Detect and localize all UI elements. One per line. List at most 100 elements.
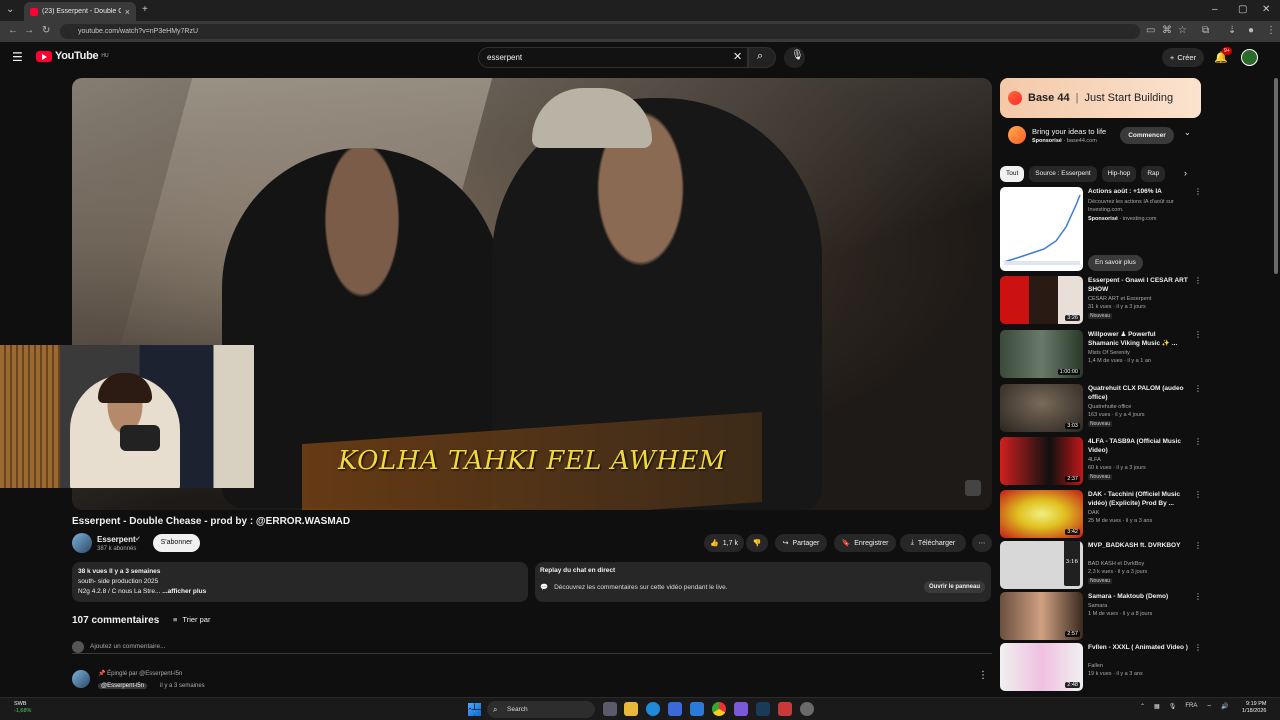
tab-list-icon[interactable]: ⌄: [6, 4, 14, 15]
chrome-icon[interactable]: [712, 702, 726, 716]
tab-title: (23) Esserpent - Double Ch...: [42, 8, 121, 15]
recommendation-item[interactable]: 3:42 DAK - Tacchini (Officiel Music vidé…: [1000, 490, 1202, 540]
recommendation-item[interactable]: 2:37 4LFA - TASB9A (Official Music Video…: [1000, 437, 1202, 487]
channel-name[interactable]: Esserpent: [97, 535, 136, 544]
show-more-link[interactable]: ...afficher plus: [162, 588, 206, 595]
comment-author-avatar[interactable]: [72, 670, 90, 688]
ad-title[interactable]: Bring your ideas to life: [1032, 127, 1106, 136]
settings-icon[interactable]: [800, 702, 814, 716]
add-comment-field[interactable]: Ajoutez un commentaire...: [72, 640, 992, 654]
file-explorer-icon[interactable]: [624, 702, 638, 716]
channel-watermark-icon[interactable]: [965, 480, 981, 496]
ad-cta-button[interactable]: Commencer: [1120, 127, 1174, 144]
volume-icon[interactable]: 🔊: [1221, 703, 1228, 711]
search-input[interactable]: esserpent: [478, 47, 748, 68]
chevron-right-icon[interactable]: ›: [1184, 168, 1187, 178]
store-icon[interactable]: [668, 702, 682, 716]
url-input[interactable]: youtube.com/watch?v=nP3eHMy7RzU: [60, 24, 1140, 39]
recommendation-menu-icon[interactable]: ⋮: [1194, 276, 1202, 285]
mail-icon[interactable]: [690, 702, 704, 716]
recommendation-menu-icon[interactable]: ⋮: [1194, 437, 1202, 446]
steam-icon[interactable]: [756, 702, 770, 716]
comment-menu-icon[interactable]: ⋮: [978, 670, 988, 681]
chip-all[interactable]: Tout: [1000, 166, 1025, 182]
tray-chevron-icon[interactable]: ⌃: [1140, 703, 1145, 711]
like-button[interactable]: 👍 1,7 k: [704, 534, 744, 552]
description-box[interactable]: 38 k vues Il y a 3 semaines south- side …: [72, 562, 528, 602]
recommendation-item[interactable]: 2:48 Fvllen - XXXL ( Animated Video ) Fa…: [1000, 643, 1202, 693]
cast-icon[interactable]: ▭: [1146, 25, 1155, 36]
recommendation-item[interactable]: 3:03 Quatrehuit CLX PALOM (audeo office)…: [1000, 384, 1202, 434]
taskbar-search[interactable]: ⌕ Search: [487, 701, 595, 718]
tray-mic-icon[interactable]: 🎙: [1169, 703, 1177, 711]
page-scrollbar[interactable]: [1274, 78, 1278, 274]
stock-widget[interactable]: SWB -1,68%: [14, 701, 31, 715]
sort-label: Trier par: [182, 615, 211, 624]
forward-icon[interactable]: →: [24, 25, 34, 36]
chip-hiphop[interactable]: Hip-hop: [1101, 166, 1137, 182]
close-tab-icon[interactable]: ×: [125, 7, 130, 17]
hamburger-menu-icon[interactable]: ☰: [12, 50, 23, 64]
video-thumbnail: 3:26: [1000, 276, 1083, 324]
extensions-icon[interactable]: ⧉: [1202, 25, 1209, 36]
recommendation-item[interactable]: 2:57 Samara - Maktoub (Demo) Samara 1 M …: [1000, 592, 1202, 642]
subscribe-button[interactable]: S'abonner: [153, 534, 200, 552]
channel-avatar[interactable]: [72, 533, 92, 553]
language-indicator[interactable]: FRA: [1185, 703, 1197, 711]
taskbar-clock[interactable]: 9:19 PM 1/18/2026: [1242, 701, 1266, 715]
create-button[interactable]: + Créer: [1162, 48, 1204, 67]
recommendation-menu-icon[interactable]: ⋮: [1194, 643, 1202, 652]
wifi-icon[interactable]: ⌔: [1206, 703, 1212, 711]
task-view-icon[interactable]: [603, 702, 617, 716]
description-line-text: N2g 4.2.8 / C nous La Stre...: [78, 588, 161, 595]
chevron-down-icon[interactable]: ⌄: [1184, 128, 1191, 137]
more-actions-button[interactable]: ⋯: [972, 534, 992, 552]
search-button[interactable]: ⌕: [748, 47, 776, 68]
recommendation-item[interactable]: 3:26 Esserpent - Gnawi l CESAR ART SHOW …: [1000, 276, 1202, 326]
back-icon[interactable]: ←: [8, 25, 18, 36]
reload-icon[interactable]: ↻: [42, 25, 50, 36]
chip-source[interactable]: Source : Esserpent: [1029, 166, 1097, 182]
ad-info: Bring your ideas to life Sponsorisé · ba…: [1000, 121, 1201, 151]
dislike-button[interactable]: 👎: [746, 534, 768, 552]
recommendation-menu-icon[interactable]: ⋮: [1194, 330, 1202, 339]
browser-tab[interactable]: (23) Esserpent - Double Ch... ×: [24, 2, 136, 21]
browser-menu-icon[interactable]: ⋮: [1266, 25, 1276, 36]
recommendation-menu-icon[interactable]: ⋮: [1194, 541, 1202, 550]
open-panel-button[interactable]: Ouvrir le panneau: [923, 581, 985, 593]
recommendation-item[interactable]: 1:00:00 Willpower ♟ Powerful Shamanic Vi…: [1000, 330, 1202, 380]
webcam-overlay: [0, 345, 254, 488]
comment-author[interactable]: @Esserpent-l5n: [98, 683, 148, 689]
recommendation-menu-icon[interactable]: ⋮: [1194, 490, 1202, 499]
sponsored-menu-icon[interactable]: ⋮: [1194, 187, 1202, 196]
recommendation-menu-icon[interactable]: ⋮: [1194, 384, 1202, 393]
chip-rap[interactable]: Rap: [1141, 166, 1166, 182]
sort-button[interactable]: ≡ Trier par: [173, 615, 210, 624]
save-button[interactable]: 🔖 Enregistrer: [834, 534, 896, 552]
discord-icon[interactable]: [734, 702, 748, 716]
close-window-icon[interactable]: ✕: [1262, 4, 1270, 15]
app-icon[interactable]: [778, 702, 792, 716]
download-button[interactable]: ⤓ Télécharger: [900, 534, 966, 552]
sponsored-card[interactable]: Actions août : +106% IA Découvrez les ac…: [1000, 187, 1202, 273]
clear-search-icon[interactable]: ✕: [733, 50, 742, 63]
voice-search-button[interactable]: 🎙: [784, 47, 805, 68]
recommendation-item[interactable]: 3:16 MVP_BADKASH ft. DVRKBOY BAD KASH et…: [1000, 541, 1202, 591]
ad-banner[interactable]: Base 44 | Just Start Building: [1000, 78, 1201, 118]
new-tab-icon[interactable]: +: [142, 4, 148, 15]
account-avatar[interactable]: [1241, 49, 1258, 66]
translate-icon[interactable]: ⌘: [1162, 25, 1172, 36]
minimize-icon[interactable]: –: [1212, 4, 1218, 15]
profile-icon[interactable]: ●: [1248, 25, 1254, 36]
video-duration: 2:48: [1065, 682, 1080, 688]
recommendation-menu-icon[interactable]: ⋮: [1194, 592, 1202, 601]
maximize-icon[interactable]: ▢: [1238, 4, 1247, 15]
share-button[interactable]: ↪ Partager: [775, 534, 827, 552]
tray-app-icon[interactable]: ▦: [1154, 703, 1160, 711]
learn-more-button[interactable]: En savoir plus: [1088, 255, 1143, 271]
edge-icon[interactable]: [646, 702, 660, 716]
bookmark-star-icon[interactable]: ☆: [1178, 25, 1187, 36]
youtube-logo[interactable]: YouTube HU: [36, 50, 109, 62]
downloads-icon[interactable]: ⇣: [1228, 25, 1236, 36]
windows-start-icon[interactable]: [468, 703, 481, 716]
